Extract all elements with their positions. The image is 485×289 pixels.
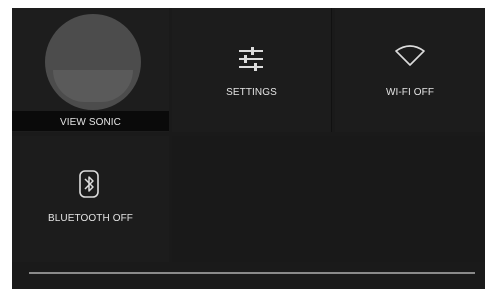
settings-tile[interactable]: SETTINGS bbox=[172, 8, 332, 132]
empty-tile-area bbox=[172, 136, 485, 262]
brightness-bar[interactable] bbox=[29, 272, 475, 274]
brightness-bar-fill bbox=[29, 272, 475, 274]
bluetooth-icon bbox=[79, 170, 99, 198]
wifi-label: WI-FI OFF bbox=[385, 87, 435, 98]
bluetooth-tile[interactable]: BLUETOOTH OFF bbox=[12, 136, 169, 262]
sliders-icon bbox=[239, 47, 263, 71]
bluetooth-label: BLUETOOTH OFF bbox=[47, 213, 133, 224]
user-label: VIEW SONIC bbox=[59, 117, 121, 128]
wifi-icon bbox=[395, 45, 425, 66]
wifi-tile[interactable]: WI-FI OFF bbox=[335, 8, 485, 132]
user-tile[interactable]: VIEW SONIC bbox=[12, 8, 169, 132]
quick-settings-panel: VIEW SONIC SETTINGS WI-FI OFF BLUETOOTH … bbox=[12, 8, 485, 289]
user-avatar bbox=[45, 14, 141, 110]
settings-label: SETTINGS bbox=[226, 87, 277, 98]
